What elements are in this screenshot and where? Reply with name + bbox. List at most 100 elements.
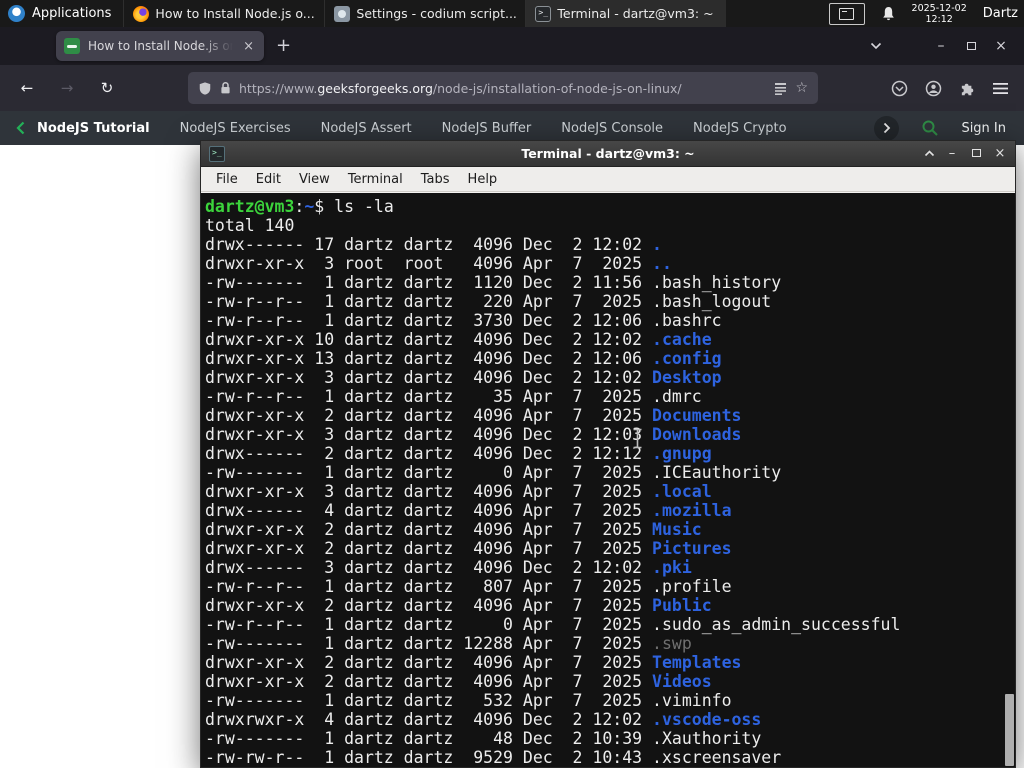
file-meta: drwxr-xr-x 3 dartz dartz 4096 Dec 2 12:0… [205, 425, 653, 444]
file-meta: -rw-r--r-- 1 dartz dartz 807 Apr 7 2025 [205, 577, 653, 596]
terminal-line: -rw------- 1 dartz dartz 48 Dec 2 10:39 … [205, 729, 1001, 748]
file-name: .swp [652, 634, 692, 653]
sign-in-button[interactable]: Sign In [961, 121, 1006, 136]
lock-icon[interactable] [220, 81, 231, 95]
menu-item-tabs[interactable]: Tabs [412, 172, 459, 187]
terminal-line: drwxr-xr-x 2 dartz dartz 4096 Apr 7 2025… [205, 520, 1001, 539]
site-nav-forward-button[interactable] [874, 115, 900, 141]
pocket-icon[interactable] [891, 80, 908, 97]
taskbar-button-label: Terminal - dartz@vm3: ~ [557, 6, 714, 21]
url-scheme: https://www. [239, 80, 318, 96]
menu-item-help[interactable]: Help [459, 172, 507, 187]
tracking-protection-shield-icon[interactable] [198, 81, 212, 96]
bookmark-star-icon[interactable]: ☆ [795, 80, 808, 96]
terminal-app-icon [209, 145, 225, 162]
site-nav-back-chevron-icon[interactable] [16, 121, 25, 135]
file-meta: -rw-r--r-- 1 dartz dartz 3730 Dec 2 12:0… [205, 311, 653, 330]
menu-item-file[interactable]: File [207, 172, 247, 187]
window-close-button[interactable]: × [986, 38, 1016, 54]
terminal-line: drwx------ 4 dartz dartz 4096 Apr 7 2025… [205, 501, 1001, 520]
site-nav-item[interactable]: NodeJS Tutorial [37, 121, 150, 136]
clock-date: 2025-12-02 [911, 2, 967, 14]
file-meta: drwx------ 2 dartz dartz 4096 Dec 2 12:1… [205, 444, 653, 463]
panel-status-area: 2025-12-02 12:12 Dartz [828, 0, 1024, 27]
new-tab-button[interactable]: + [276, 37, 291, 55]
prompt-path: ~ [304, 197, 315, 216]
site-nav-item[interactable]: NodeJS Exercises [180, 121, 291, 136]
account-icon[interactable] [925, 80, 942, 97]
file-name: .xscreensaver [652, 748, 782, 767]
terminal-line: drwxr-xr-x 2 dartz dartz 4096 Apr 7 2025… [205, 539, 1001, 558]
notification-bell-icon[interactable] [881, 6, 896, 22]
browser-tab-bar: How to Install Node.js on × + – × [0, 27, 1024, 65]
menu-item-edit[interactable]: Edit [247, 172, 290, 187]
taskbar-button[interactable]: Terminal - dartz@vm3: ~ [525, 0, 727, 27]
reload-button[interactable]: ↻ [92, 79, 122, 97]
site-nav-item[interactable]: NodeJS Console [561, 121, 663, 136]
terminal-line: -rw------- 1 dartz dartz 532 Apr 7 2025 … [205, 691, 1001, 710]
menu-item-terminal[interactable]: Terminal [339, 172, 412, 187]
tab-title: How to Install Node.js on [88, 39, 234, 53]
clock[interactable]: 2025-12-02 12:12 [912, 3, 967, 25]
file-meta: drwx------ 3 dartz dartz 4096 Dec 2 12:0… [205, 558, 653, 577]
prompt-user-host: dartz@vm3 [205, 197, 295, 216]
desktop-panel: Applications How to Install Node.js o...… [0, 0, 1024, 27]
command-text: ls -la [334, 197, 394, 216]
terminal-line: -rw-r--r-- 1 dartz dartz 0 Apr 7 2025 .s… [205, 615, 1001, 634]
terminal-screen[interactable]: dartz@vm3:~$ ls -la total 140 drwx------… [201, 192, 1015, 767]
file-meta: drwxrwxr-x 4 dartz dartz 4096 Dec 2 12:0… [205, 710, 653, 729]
tab-close-icon[interactable]: × [241, 39, 256, 54]
terminal-titlebar[interactable]: Terminal - dartz@vm3: ~ – × [201, 141, 1015, 167]
tray-terminal-icon[interactable] [828, 2, 865, 25]
applications-menu-button[interactable]: Applications [0, 0, 123, 27]
reader-mode-icon[interactable] [774, 82, 787, 95]
site-nav-item[interactable]: NodeJS Crypto [693, 121, 787, 136]
file-name: .mozilla [652, 501, 732, 520]
terminal-line: drwx------ 3 dartz dartz 4096 Dec 2 12:0… [205, 558, 1001, 577]
forward-button[interactable]: → [52, 79, 82, 97]
window-minimize-button[interactable]: – [926, 38, 956, 54]
applications-icon [8, 5, 25, 22]
prompt-symbol: $ [314, 197, 335, 216]
terminal-line: drwxr-xr-x 2 dartz dartz 4096 Apr 7 2025… [205, 653, 1001, 672]
terminal-close-button[interactable]: × [993, 146, 1007, 161]
window-maximize-button[interactable] [956, 38, 986, 54]
file-meta: drwxr-xr-x 13 dartz dartz 4096 Dec 2 12:… [205, 349, 653, 368]
terminal-line: drwxr-xr-x 3 dartz dartz 4096 Apr 7 2025… [205, 482, 1001, 501]
applications-label: Applications [32, 6, 112, 21]
taskbar-button[interactable]: How to Install Node.js o... [123, 0, 324, 27]
file-meta: drwxr-xr-x 10 dartz dartz 4096 Dec 2 12:… [205, 330, 653, 349]
terminal-line: -rw-r--r-- 1 dartz dartz 807 Apr 7 2025 … [205, 577, 1001, 596]
total-line: total 140 [205, 216, 295, 235]
terminal-line: drwxr-xr-x 13 dartz dartz 4096 Dec 2 12:… [205, 349, 1001, 368]
terminal-line: -rw-r--r-- 1 dartz dartz 220 Apr 7 2025 … [205, 292, 1001, 311]
site-nav-item[interactable]: NodeJS Assert [321, 121, 412, 136]
search-icon[interactable] [921, 119, 939, 137]
toolbar-right-icons [891, 80, 1012, 97]
list-all-tabs-icon[interactable] [870, 42, 882, 50]
taskbar-button-label: How to Install Node.js o... [155, 6, 315, 21]
file-name: Videos [652, 672, 712, 691]
taskbar-button[interactable]: Settings - codium script... [324, 0, 525, 27]
terminal-scrollbar[interactable] [1005, 694, 1014, 766]
terminal-line: drwxr-xr-x 3 root root 4096 Apr 7 2025 .… [205, 254, 1001, 273]
file-name: .local [652, 482, 712, 501]
maximize-icon [971, 149, 981, 157]
file-name: Public [652, 596, 712, 615]
file-meta: -rw------- 1 dartz dartz 48 Dec 2 10:39 [205, 729, 653, 748]
menu-hamburger-icon[interactable] [993, 82, 1008, 95]
terminal-maximize-button[interactable] [969, 146, 983, 161]
url-bar[interactable]: https://www.geeksforgeeks.org/node-js/in… [188, 72, 818, 104]
extensions-icon[interactable] [959, 80, 976, 97]
shade-window-icon[interactable] [924, 150, 935, 157]
file-meta: -rw------- 1 dartz dartz 1120 Dec 2 11:5… [205, 273, 653, 292]
site-nav-item[interactable]: NodeJS Buffer [442, 121, 532, 136]
back-button[interactable]: ← [12, 79, 42, 97]
file-meta: -rw------- 1 dartz dartz 532 Apr 7 2025 [205, 691, 653, 710]
url-text: https://www.geeksforgeeks.org/node-js/in… [239, 81, 766, 96]
terminal-listing: drwx------ 17 dartz dartz 4096 Dec 2 12:… [205, 235, 1001, 767]
terminal-minimize-button[interactable]: – [945, 146, 959, 161]
browser-tab-active[interactable]: How to Install Node.js on × [56, 31, 264, 61]
terminal-line: drwxr-xr-x 2 dartz dartz 4096 Apr 7 2025… [205, 406, 1001, 425]
menu-item-view[interactable]: View [290, 172, 339, 187]
